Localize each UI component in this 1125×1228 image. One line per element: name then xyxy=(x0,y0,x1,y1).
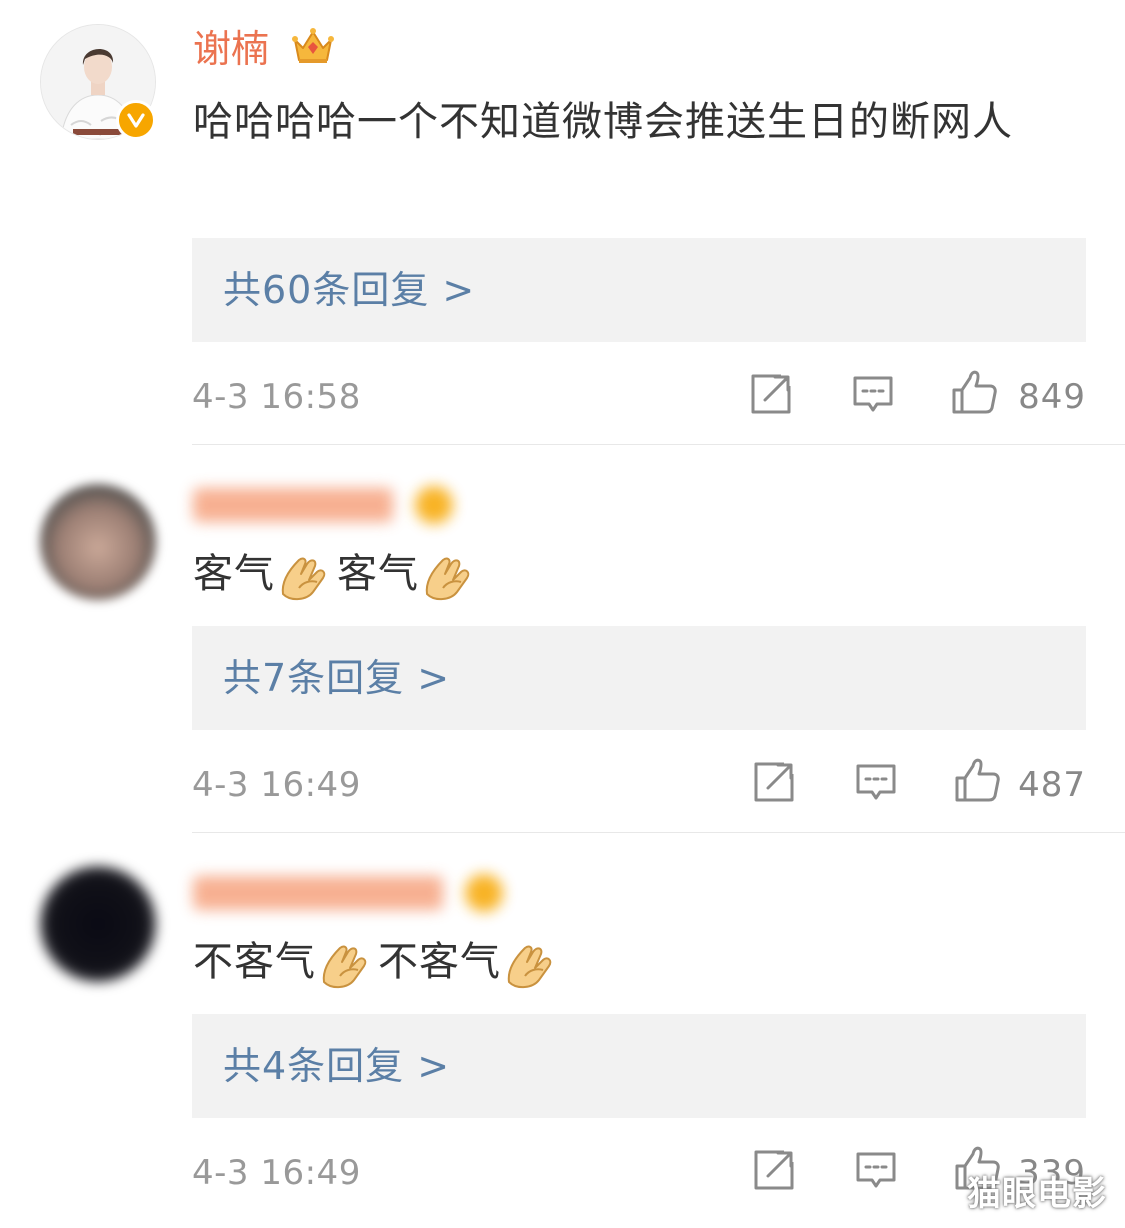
like-icon[interactable] xyxy=(953,756,1001,804)
username[interactable] xyxy=(193,478,454,526)
share-icon[interactable] xyxy=(752,1148,796,1192)
view-replies-button[interactable]: 共4条回复 > xyxy=(192,1014,1086,1118)
like-count: 849 xyxy=(1018,377,1086,417)
share-icon[interactable] xyxy=(749,372,793,416)
username-blurred-block[interactable] xyxy=(193,487,393,522)
like-icon[interactable] xyxy=(950,368,998,416)
gesture-emoji-icon xyxy=(277,550,335,602)
comment-text-part: 客气 xyxy=(337,551,419,597)
comment-text: 客气 客气 xyxy=(193,544,1065,604)
gesture-emoji-icon xyxy=(503,938,561,990)
avatar[interactable] xyxy=(40,484,156,600)
gesture-emoji-icon xyxy=(318,938,376,990)
crown-icon xyxy=(291,26,335,77)
username[interactable]: 谢楠 xyxy=(193,25,335,77)
comment-icon[interactable] xyxy=(854,760,898,804)
timestamp: 4-3 16:49 xyxy=(192,765,361,805)
divider xyxy=(192,444,1125,445)
watermark: 猫眼电影 xyxy=(967,1174,1107,1214)
comment-text: 哈哈哈哈一个不知道微博会推送生日的断网人 xyxy=(193,99,1013,145)
timestamp: 4-3 16:49 xyxy=(192,1153,361,1193)
verified-icon xyxy=(116,100,156,140)
divider xyxy=(192,832,1125,833)
username-text[interactable]: 谢楠 xyxy=(193,27,269,71)
comment-text-part: 不客气 xyxy=(378,939,501,985)
comment-meta: 4-3 16:58 849 xyxy=(192,370,1086,422)
view-replies-button[interactable]: 共60条回复 > xyxy=(192,238,1086,342)
comment-text: 不客气 不客气 xyxy=(193,932,1065,992)
username[interactable] xyxy=(193,866,504,914)
share-icon[interactable] xyxy=(752,760,796,804)
comment-icon[interactable] xyxy=(854,1148,898,1192)
like-count: 487 xyxy=(1018,765,1086,805)
timestamp: 4-3 16:58 xyxy=(192,377,361,417)
username-blurred-block[interactable] xyxy=(193,875,443,910)
comment-text-part: 不客气 xyxy=(193,939,316,985)
comment-text-part: 客气 xyxy=(193,551,275,597)
badge-icon xyxy=(465,873,504,912)
replies-label[interactable]: 共4条回复 > xyxy=(223,1038,450,1094)
comment-meta: 4-3 16:49 487 xyxy=(192,758,1086,810)
avatar[interactable] xyxy=(40,866,156,982)
gesture-emoji-icon xyxy=(421,550,479,602)
comment-meta: 4-3 16:49 339 xyxy=(192,1146,1086,1198)
replies-label[interactable]: 共7条回复 > xyxy=(223,650,450,706)
view-replies-button[interactable]: 共7条回复 > xyxy=(192,626,1086,730)
comment-icon[interactable] xyxy=(851,372,895,416)
replies-label[interactable]: 共60条回复 > xyxy=(223,262,475,318)
badge-icon xyxy=(415,485,454,524)
